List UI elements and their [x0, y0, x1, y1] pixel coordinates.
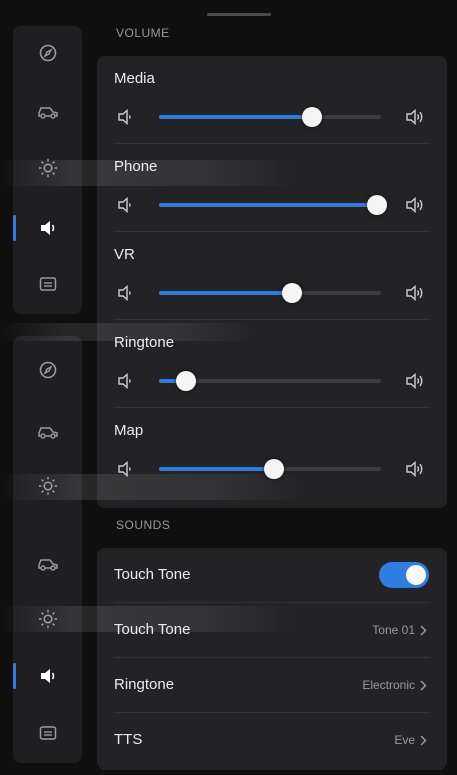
- volume-high-icon: [405, 284, 427, 307]
- volume-slider-ringtone[interactable]: [159, 371, 381, 391]
- toggle-knob: [406, 565, 426, 585]
- compass-icon[interactable]: [13, 33, 82, 73]
- ringtone-row[interactable]: Ringtone Electronic: [97, 658, 447, 713]
- touch-tone-toggle[interactable]: [379, 562, 429, 588]
- tts-value: Eve: [394, 733, 415, 747]
- chevron-right-icon: [420, 680, 427, 691]
- touch-tone-row[interactable]: Touch Tone Tone 01: [97, 603, 447, 658]
- slider-fill: [159, 291, 293, 295]
- volume-high-icon: [405, 108, 427, 131]
- slider-fill: [159, 203, 377, 207]
- touch-tone-label: Touch Tone: [114, 621, 191, 638]
- slider-fill: [159, 467, 275, 471]
- tts-label: TTS: [114, 731, 143, 748]
- volume-slider-map[interactable]: [159, 459, 381, 479]
- volume-slider-media[interactable]: [159, 107, 381, 127]
- volume-low-icon: [117, 196, 135, 219]
- screen-icon[interactable]: [13, 713, 82, 753]
- slider-knob[interactable]: [282, 283, 303, 303]
- drag-handle[interactable]: [207, 13, 271, 16]
- touch-tone-toggle-row[interactable]: Touch Tone: [97, 548, 447, 603]
- ringtone-label: Ringtone: [114, 676, 175, 693]
- volume-low-icon: [117, 284, 135, 307]
- volume-row-vr: VR: [97, 232, 447, 320]
- volume-low-icon: [117, 108, 135, 131]
- slider-knob[interactable]: [302, 107, 323, 127]
- volume-label-ringtone: Ringtone: [114, 334, 175, 351]
- sounds-card: Touch Tone Touch Tone Tone 01 Ringtone E…: [97, 548, 447, 770]
- screen-icon[interactable]: [13, 264, 82, 304]
- volume-slider-vr[interactable]: [159, 283, 381, 303]
- side-nav-rail-top: [13, 26, 82, 314]
- side-nav-rail-bottom: [13, 336, 82, 763]
- slider-knob[interactable]: [175, 371, 196, 391]
- volume-high-icon: [405, 372, 427, 395]
- volume-label-map: Map: [114, 422, 144, 439]
- ringtone-value: Electronic: [362, 678, 415, 692]
- sounds-section-title: SOUNDS: [116, 518, 171, 532]
- volume-row-media: Media: [97, 56, 447, 144]
- volume-section-title: VOLUME: [116, 26, 170, 40]
- volume-low-icon: [117, 460, 135, 483]
- volume-high-icon: [405, 460, 427, 483]
- car-icon[interactable]: [13, 543, 82, 583]
- compass-icon[interactable]: [13, 350, 82, 390]
- tts-row[interactable]: TTS Eve: [97, 713, 447, 768]
- car-icon[interactable]: [13, 411, 82, 451]
- volume-label-vr: VR: [114, 246, 135, 263]
- volume-row-map: Map: [97, 408, 447, 496]
- volume-card: Media Phone VR Ringtone Map: [97, 56, 447, 508]
- volume-label-phone: Phone: [114, 158, 158, 175]
- touch-tone-value: Tone 01: [372, 623, 415, 637]
- volume-high-icon: [405, 196, 427, 219]
- volume-slider-phone[interactable]: [159, 195, 387, 215]
- brightness-icon[interactable]: [13, 466, 82, 506]
- chevron-right-icon: [420, 735, 427, 746]
- slider-knob[interactable]: [366, 195, 387, 215]
- brightness-icon[interactable]: [13, 599, 82, 639]
- car-icon[interactable]: [13, 91, 82, 131]
- touch-tone-toggle-label: Touch Tone: [114, 566, 191, 583]
- volume-row-phone: Phone: [97, 144, 447, 232]
- speaker-icon[interactable]: [13, 208, 82, 248]
- volume-low-icon: [117, 372, 135, 395]
- speaker-icon[interactable]: [13, 656, 82, 696]
- slider-fill: [159, 115, 313, 119]
- chevron-right-icon: [420, 625, 427, 636]
- volume-row-ringtone: Ringtone: [97, 320, 447, 408]
- slider-knob[interactable]: [264, 459, 285, 479]
- volume-label-media: Media: [114, 70, 155, 87]
- brightness-icon[interactable]: [13, 148, 82, 188]
